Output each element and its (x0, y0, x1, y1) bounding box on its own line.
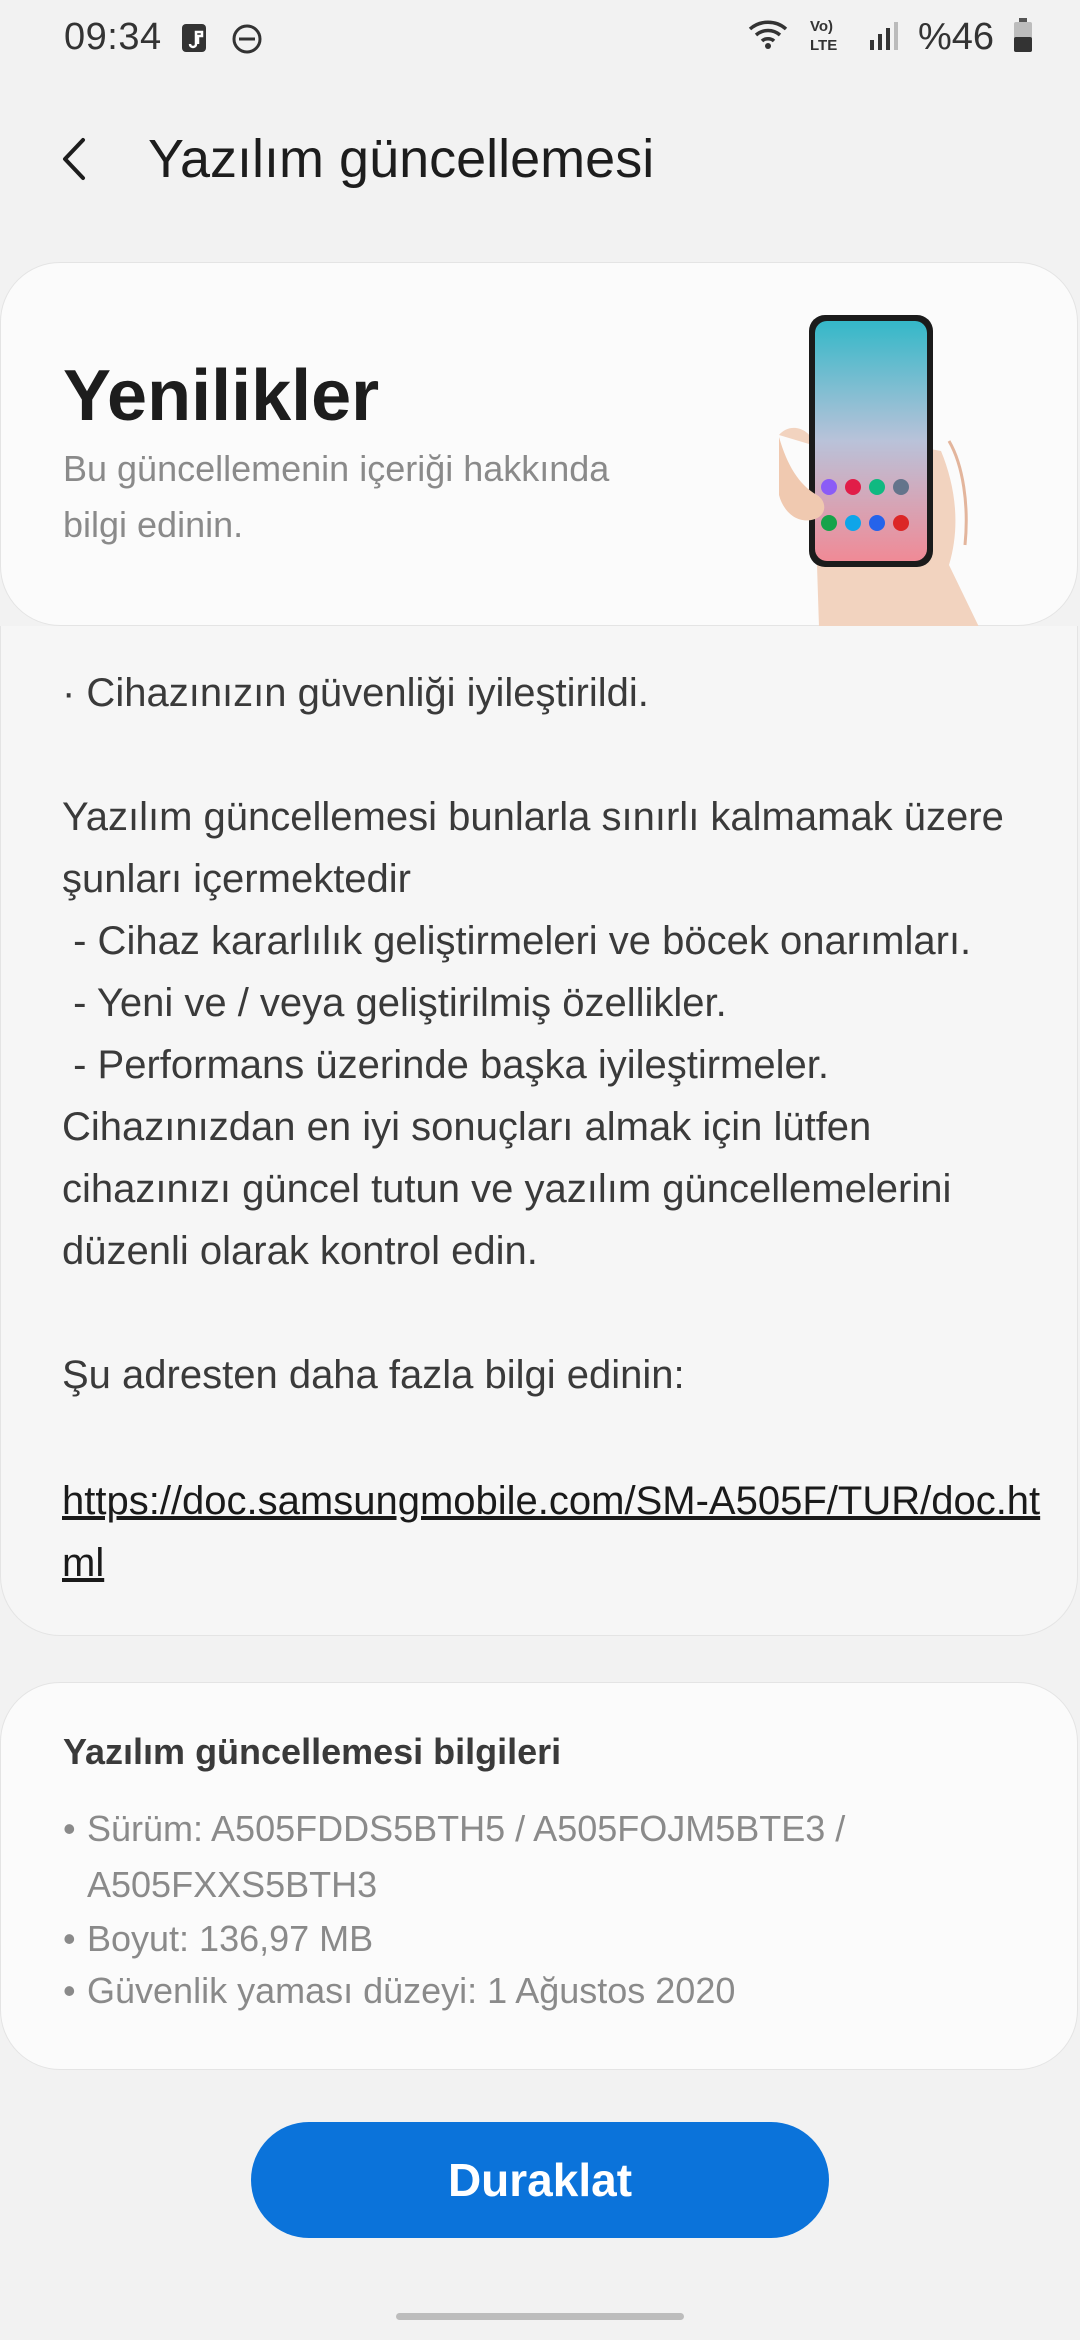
whats-new-card: Yenilikler Bu güncellemenin içeriği hakk… (0, 262, 1078, 627)
page-title: Yazılım güncellemesi (148, 129, 655, 189)
back-button[interactable] (40, 126, 110, 196)
volte-lte-icon: Vo) LTE (808, 16, 850, 59)
update-info-list: Sürüm: A505FDDS5BTH5 / A505FOJM5BTE3 / A… (63, 1801, 1003, 2017)
whats-new-title: Yenilikler (63, 356, 380, 436)
signal-icon (868, 18, 900, 57)
status-right: Vo) LTE %46 (746, 16, 1034, 59)
wifi-icon (746, 17, 790, 58)
status-bar: 09:34 Vo) LTE %46 (0, 0, 1080, 84)
battery-percentage: %46 (917, 16, 994, 58)
status-left-icons (180, 22, 264, 61)
whats-new-subtitle: Bu güncellemenin içeriği hakkında bilgi … (63, 448, 610, 545)
volte-bottom-text: LTE (810, 37, 837, 54)
home-indicator[interactable] (396, 2313, 684, 2320)
phone-in-hand-illustration (779, 315, 979, 627)
back-chevron-icon (55, 134, 95, 189)
more-info-link[interactable]: https://doc.samsungmobile.com/SM-A505F/T… (62, 1470, 1042, 1594)
update-info-title: Yazılım güncellemesi bilgileri (63, 1731, 562, 1772)
pause-button[interactable]: Duraklat (251, 2122, 829, 2238)
security-patch-item: Güvenlik yaması düzeyi: 1 Ağustos 2020 (63, 1965, 1003, 2017)
version-item: Sürüm: A505FDDS5BTH5 / A505FOJM5BTE3 / A… (63, 1801, 1003, 1913)
do-not-disturb-icon (230, 22, 264, 61)
volte-top-text: Vo) (810, 18, 833, 35)
release-notes-text: · Cihazınızın güvenliği iyileştirildi. Y… (62, 671, 1004, 1397)
status-time: 09:34 (64, 16, 162, 58)
music-note-icon (180, 22, 210, 61)
size-item: Boyut: 136,97 MB (63, 1913, 1003, 1965)
battery-icon (1012, 17, 1034, 58)
update-info-card: Yazılım güncellemesi bilgileri Sürüm: A5… (0, 1682, 1078, 2070)
app-header: Yazılım güncellemesi (0, 110, 1080, 210)
